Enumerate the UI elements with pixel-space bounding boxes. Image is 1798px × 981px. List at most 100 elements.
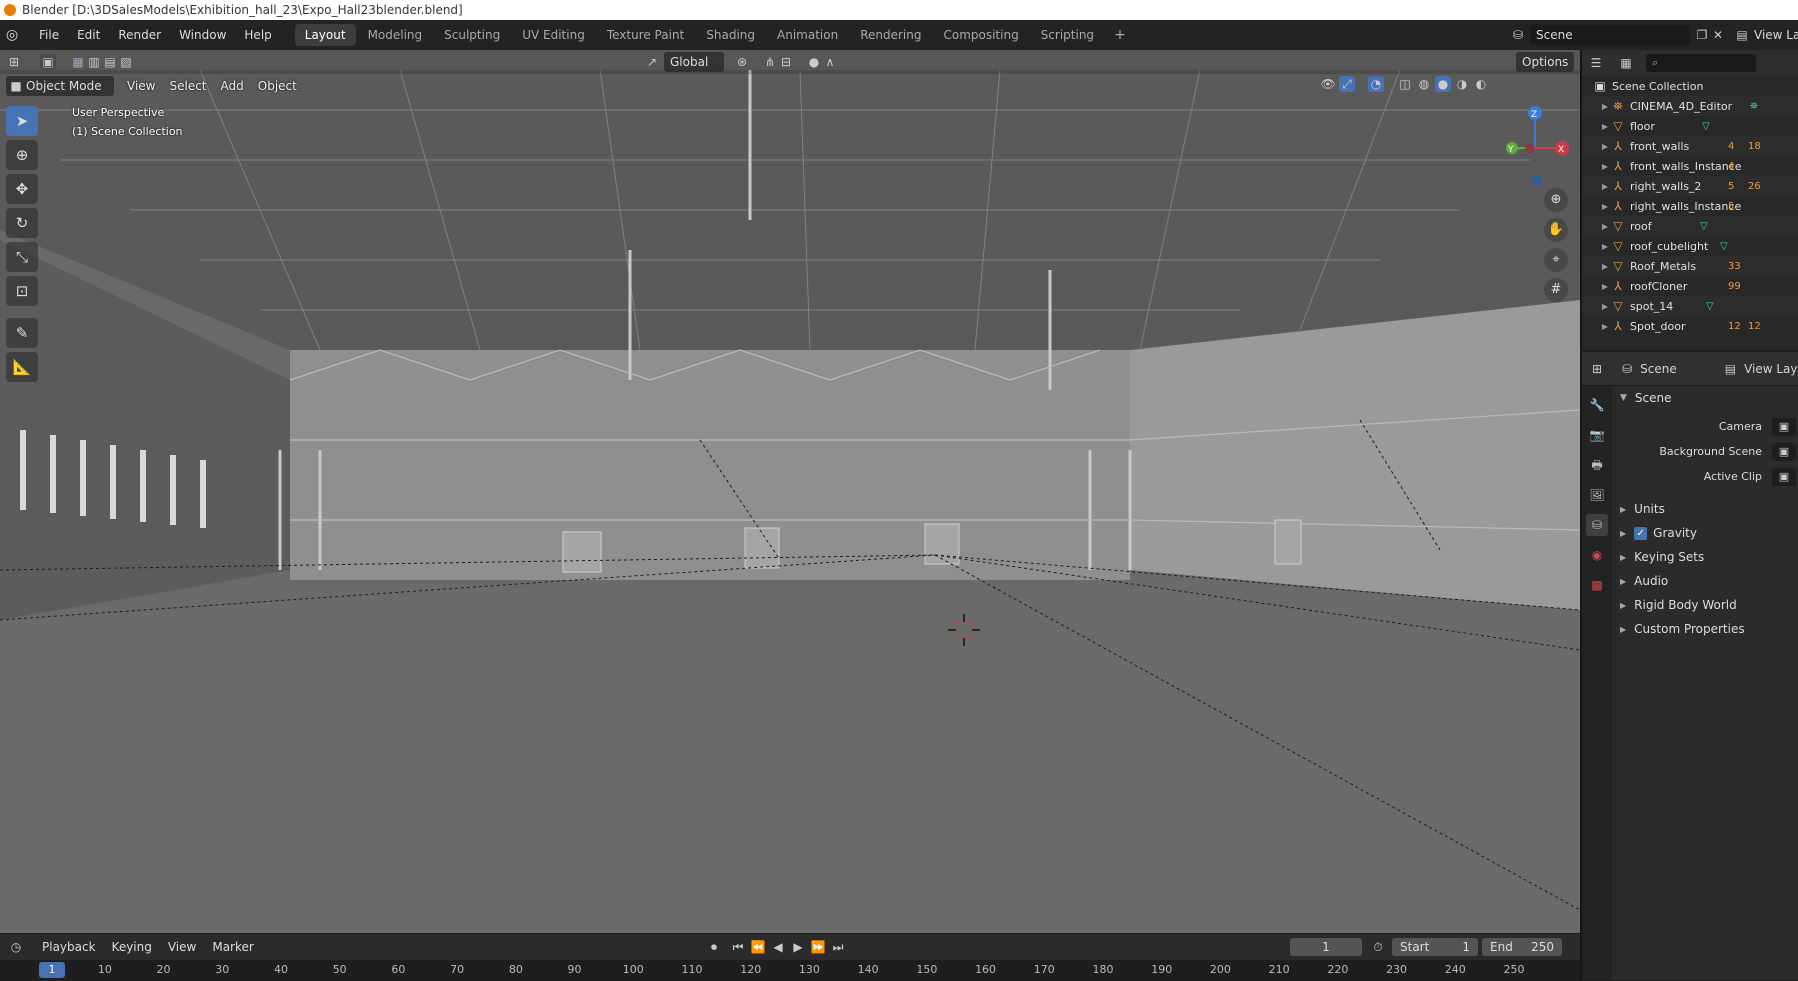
scale-tool-icon[interactable]: ⤡	[6, 242, 38, 272]
workspace-tab-texture-paint[interactable]: Texture Paint	[597, 24, 694, 46]
next-keyframe-icon[interactable]: ⏩	[810, 939, 826, 955]
xray-icon[interactable]: ◫	[1397, 76, 1413, 92]
workspace-tab-compositing[interactable]: Compositing	[933, 24, 1028, 46]
options-dropdown[interactable]: Options	[1516, 52, 1575, 72]
current-frame-field[interactable]: 1	[1290, 938, 1362, 956]
3d-viewport[interactable]: Z X Y ⊞ ▣ ▦ ▥ ▤ ▧ ↗ Global ⊛ ⋔ ⊟ ● ∧ Opt…	[0, 50, 1580, 933]
viewport-menu-view[interactable]: View	[120, 79, 162, 93]
add-workspace-icon[interactable]: +	[1106, 27, 1134, 43]
jump-start-icon[interactable]: ⏮	[730, 939, 746, 955]
rotate-tool-icon[interactable]: ↻	[6, 208, 38, 238]
workspace-tab-shading[interactable]: Shading	[696, 24, 765, 46]
outliner-item[interactable]: ▶ ▽ Roof_Metals 33	[1582, 256, 1798, 276]
outliner-item[interactable]: ▶ ▽ roof_cubelight ▽	[1582, 236, 1798, 256]
transform-tool-icon[interactable]: ⊡	[6, 276, 38, 306]
timeline-ruler[interactable]: 1 10 20 30 40 50 60 70 80 90 100 110 120 130 140 150 160…	[0, 960, 1580, 981]
menu-window[interactable]: Window	[170, 20, 235, 50]
camera-view-icon[interactable]: ⌖	[1544, 248, 1568, 272]
subsection-audio[interactable]: ▶ Audio	[1612, 569, 1798, 593]
menu-file[interactable]: File	[30, 20, 68, 50]
snap-icon[interactable]: ⋔	[762, 54, 778, 70]
expand-icon[interactable]: ▶	[1600, 262, 1610, 271]
cursor-tool-icon[interactable]: ⊕	[6, 140, 38, 170]
close-scene-icon[interactable]: ✕	[1710, 27, 1726, 43]
menu-render[interactable]: Render	[109, 20, 170, 50]
tool-props-icon[interactable]: 🔧	[1586, 394, 1608, 416]
expand-icon[interactable]: ▶	[1600, 242, 1610, 251]
outliner-item[interactable]: ▶ ⅄ right_walls_2 5 26	[1582, 176, 1798, 196]
editor-type-icon[interactable]: ⊞	[6, 54, 22, 70]
timeline-editor-icon[interactable]: ◷	[8, 939, 24, 955]
outliner-search-input[interactable]: ⌕	[1646, 54, 1756, 72]
workspace-tab-animation[interactable]: Animation	[767, 24, 848, 46]
timeline-menu-playback[interactable]: Playback	[34, 940, 104, 954]
overlay-toggle-icon[interactable]: ◔	[1368, 76, 1384, 92]
stopwatch-icon[interactable]: ⏱	[1370, 939, 1386, 955]
subsection-custom-properties[interactable]: ▶ Custom Properties	[1612, 617, 1798, 641]
expand-icon[interactable]: ▶	[1600, 162, 1610, 171]
scene-props-icon[interactable]: ⛁	[1586, 514, 1608, 536]
viewport-menu-object[interactable]: Object	[251, 79, 304, 93]
outliner-item[interactable]: ▶ ⅄ front_walls 4 18	[1582, 136, 1798, 156]
outliner-item[interactable]: ▶ ⅄ Spot_door 12 12	[1582, 316, 1798, 336]
viewport-menu-select[interactable]: Select	[162, 79, 213, 93]
material-shading-icon[interactable]: ◑	[1454, 76, 1470, 92]
outliner-item[interactable]: ▶ ⅄ right_walls_Instance 5	[1582, 196, 1798, 216]
object-mode-dropdown[interactable]: ■ Object Mode	[6, 76, 114, 96]
timeline-menu-keying[interactable]: Keying	[104, 940, 160, 954]
ortho-grid-icon[interactable]: #	[1544, 278, 1568, 302]
timeline-menu-marker[interactable]: Marker	[204, 940, 261, 954]
workspace-tab-sculpting[interactable]: Sculpting	[434, 24, 510, 46]
workspace-tab-scripting[interactable]: Scripting	[1031, 24, 1104, 46]
view-layer-label[interactable]: View Lay	[1754, 28, 1798, 42]
current-frame-marker[interactable]: 1	[39, 962, 65, 978]
select-mode-new-icon[interactable]: ▦	[70, 54, 86, 70]
visibility-icon[interactable]: 👁	[1320, 76, 1336, 92]
pivot-point-icon[interactable]: ⊛	[734, 54, 750, 70]
subsection-rigid-body-world[interactable]: ▶ Rigid Body World	[1612, 593, 1798, 617]
menu-edit[interactable]: Edit	[68, 20, 109, 50]
record-icon[interactable]: ⏺	[706, 939, 722, 955]
outliner-root[interactable]: ▣ Scene Collection	[1582, 76, 1798, 96]
expand-icon[interactable]: ▶	[1600, 302, 1610, 311]
scene-selector[interactable]: Scene	[1530, 25, 1690, 45]
outliner-item[interactable]: ▶ ⅄ front_walls_Instance 4	[1582, 156, 1798, 176]
blender-menu-icon[interactable]: ◎	[6, 27, 22, 43]
display-mode-icon[interactable]: ▦	[1618, 55, 1634, 71]
expand-icon[interactable]: ▶	[1600, 282, 1610, 291]
expand-icon[interactable]: ▶	[1600, 182, 1610, 191]
render-props-icon[interactable]: 📷	[1586, 424, 1608, 446]
menu-help[interactable]: Help	[235, 20, 280, 50]
select-mode-subtract-icon[interactable]: ▤	[102, 54, 118, 70]
select-box-icon[interactable]: ▣	[40, 54, 56, 70]
outliner-item[interactable]: ▶ ⛯ CINEMA_4D_Editor ⛯	[1582, 96, 1798, 116]
rendered-shading-icon[interactable]: ◐	[1473, 76, 1489, 92]
select-mode-invert-icon[interactable]: ▧	[118, 54, 134, 70]
annotate-tool-icon[interactable]: ✎	[6, 318, 38, 348]
subsection-units[interactable]: ▶ Units	[1612, 497, 1798, 521]
start-frame-field[interactable]: Start 1	[1392, 938, 1478, 956]
prop-field-input[interactable]: ▣	[1772, 442, 1796, 461]
world-props-icon[interactable]: ◉	[1586, 544, 1608, 566]
snap-target-icon[interactable]: ⊟	[778, 54, 794, 70]
play-reverse-icon[interactable]: ◀	[770, 939, 786, 955]
end-frame-field[interactable]: End 250	[1482, 938, 1562, 956]
properties-tab-scene[interactable]: Scene	[1640, 362, 1677, 376]
subsection-gravity[interactable]: ▶ ✓ Gravity	[1612, 521, 1798, 545]
workspace-tab-layout[interactable]: Layout	[294, 24, 356, 46]
wireframe-shading-icon[interactable]: ◍	[1416, 76, 1432, 92]
view-layer-props-icon[interactable]: 🖼	[1586, 484, 1608, 506]
jump-end-icon[interactable]: ⏭	[830, 939, 846, 955]
zoom-icon[interactable]: ⊕	[1544, 188, 1568, 212]
select-tool-icon[interactable]: ➤	[6, 106, 38, 136]
timeline-menu-view[interactable]: View	[160, 940, 204, 954]
viewport-menu-add[interactable]: Add	[214, 79, 251, 93]
proportional-edit-icon[interactable]: ●	[806, 54, 822, 70]
falloff-icon[interactable]: ∧	[822, 54, 838, 70]
transform-orientation-dropdown[interactable]: Global	[664, 52, 724, 72]
output-props-icon[interactable]: 🖶	[1586, 454, 1608, 476]
prop-field-input[interactable]: ▣	[1772, 417, 1796, 436]
outliner-item[interactable]: ▶ ▽ spot_14 ▽	[1582, 296, 1798, 316]
expand-icon[interactable]: ▶	[1600, 202, 1610, 211]
prev-keyframe-icon[interactable]: ⏪	[750, 939, 766, 955]
